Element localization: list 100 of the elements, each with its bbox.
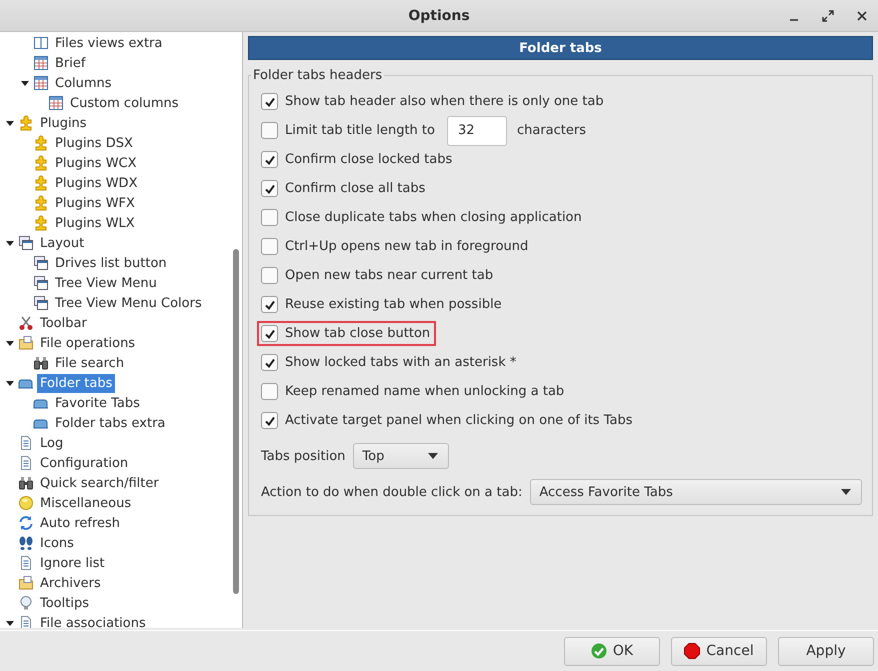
tree-item[interactable]: Plugins (37, 114, 90, 132)
puzzle-icon (33, 155, 49, 171)
tree-item[interactable]: Icons (37, 534, 77, 552)
option-label: Keep renamed name when unlocking a tab (285, 384, 564, 399)
table-icon (33, 75, 49, 91)
option-label: Reuse existing tab when possible (285, 297, 502, 312)
collapse-arrow-icon[interactable] (20, 78, 30, 88)
caret-icon (841, 489, 851, 495)
ok-button[interactable]: OK (564, 636, 660, 666)
option-label: Close duplicate tabs when closing application (285, 210, 582, 225)
binoculars-icon (18, 475, 34, 491)
ball-icon (18, 495, 34, 511)
checkbox[interactable] (261, 296, 278, 313)
option-label: Activate target panel when clicking on one of its Tabs (285, 413, 632, 428)
checkbox[interactable] (261, 209, 278, 226)
checkmark-icon (264, 356, 276, 368)
document-icon (18, 455, 34, 471)
refresh-icon (18, 515, 34, 531)
folder-icon (18, 575, 34, 591)
puzzle-icon (33, 135, 49, 151)
puzzle-icon (33, 195, 49, 211)
tree-item[interactable]: Archivers (37, 574, 104, 592)
checkmark-icon (264, 298, 276, 310)
option-label: Open new tabs near current tab (285, 268, 494, 283)
footprints-icon (18, 535, 34, 551)
tree-item[interactable]: Log (37, 434, 66, 452)
binoculars-icon (33, 355, 49, 371)
tree-item[interactable]: Files views extra (52, 34, 166, 52)
window-icon (33, 295, 49, 311)
cancel-button[interactable]: Cancel (671, 636, 767, 666)
collapse-arrow-icon[interactable] (5, 338, 15, 348)
tree-item[interactable]: Plugins WCX (52, 154, 140, 172)
scissors-icon (18, 315, 34, 331)
checkmark-icon (264, 414, 276, 426)
tree-item[interactable]: File operations (37, 334, 138, 352)
tree-item[interactable]: Toolbar (37, 314, 90, 332)
table-icon (33, 55, 49, 71)
tree-item[interactable]: Columns (52, 74, 115, 92)
tree-item[interactable]: Configuration (37, 454, 132, 472)
tree-item[interactable]: Folder tabs (37, 374, 116, 392)
window-title: Options (408, 8, 470, 24)
tree-item[interactable]: Miscellaneous (37, 494, 134, 512)
checkbox[interactable] (261, 354, 278, 371)
option-label: Ctrl+Up opens new tab in foreground (285, 239, 528, 254)
checkbox[interactable] (261, 93, 278, 110)
checkbox[interactable] (261, 383, 278, 400)
number-field[interactable]: 32 (446, 116, 507, 146)
tree-item[interactable]: Layout (37, 234, 88, 252)
puzzle-icon (18, 115, 34, 131)
panes-icon (33, 35, 49, 51)
collapse-arrow-icon[interactable] (5, 118, 15, 128)
tree-item[interactable]: Quick search/filter (37, 474, 162, 492)
checkbox[interactable] (261, 267, 278, 284)
puzzle-icon (33, 175, 49, 191)
section-title: Folder tabs (519, 40, 602, 56)
puzzle-icon (33, 215, 49, 231)
tree-item[interactable]: Custom columns (67, 94, 182, 112)
tree-item[interactable]: File associations (37, 614, 149, 628)
document-icon (18, 435, 34, 451)
tree-item[interactable]: Ignore list (37, 554, 108, 572)
collapse-arrow-icon[interactable] (5, 378, 15, 388)
checkmark-icon (264, 96, 276, 108)
option-label: Limit tab title length to (285, 123, 435, 138)
tree-item[interactable]: Plugins WFX (52, 194, 138, 212)
option-label: Show tab header also when there is only one tab (285, 94, 604, 109)
tree-item[interactable]: Auto refresh (37, 514, 124, 532)
tree-item[interactable]: Plugins WDX (52, 174, 140, 192)
dropdown[interactable]: Access Favorite Tabs (530, 479, 862, 505)
close-icon[interactable] (856, 10, 868, 22)
window-icon (33, 275, 49, 291)
dropdown[interactable]: Top (353, 443, 450, 469)
tree-item[interactable]: Plugins WLX (52, 214, 138, 232)
apply-button[interactable]: Apply (778, 636, 874, 666)
checkbox[interactable] (261, 238, 278, 255)
tree-item[interactable]: Tooltips (37, 594, 92, 612)
checkbox[interactable] (261, 180, 278, 197)
checkbox[interactable] (261, 122, 278, 139)
window-icon (33, 255, 49, 271)
stop-icon (684, 643, 700, 659)
group-title: Folder tabs headers (252, 68, 384, 83)
checkmark-icon (264, 182, 276, 194)
collapse-arrow-icon[interactable] (5, 618, 15, 628)
check-icon (590, 643, 607, 659)
checkbox[interactable] (261, 412, 278, 429)
tree-item[interactable]: Drives list button (52, 254, 170, 272)
tree-item[interactable]: Plugins DSX (52, 134, 136, 152)
tree-item[interactable]: Brief (52, 54, 88, 72)
tree-item[interactable]: Folder tabs extra (52, 414, 168, 432)
maximize-icon[interactable] (822, 10, 834, 22)
checkbox[interactable] (261, 325, 278, 342)
tree-item[interactable]: Favorite Tabs (52, 394, 143, 412)
window-icon (18, 235, 34, 251)
collapse-arrow-icon[interactable] (5, 238, 15, 248)
tree-item[interactable]: File search (52, 354, 128, 372)
checkbox[interactable] (261, 151, 278, 168)
tree-item[interactable]: Tree View Menu Colors (52, 294, 205, 312)
tree-item[interactable]: Tree View Menu (52, 274, 160, 292)
option-label: Show tab close button (285, 326, 430, 341)
unit-label: characters (516, 123, 586, 138)
option-label: Show locked tabs with an asterisk * (285, 355, 516, 370)
